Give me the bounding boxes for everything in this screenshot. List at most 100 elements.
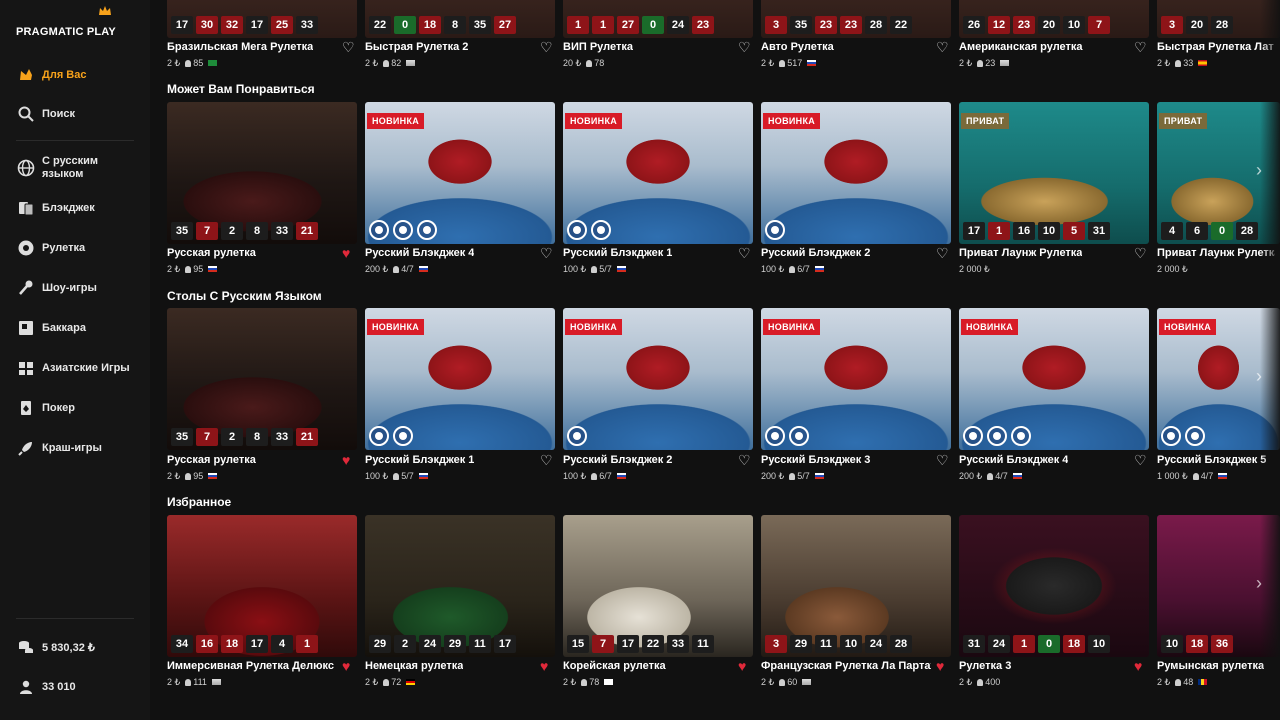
heart-filled-icon[interactable]: ♥	[342, 245, 350, 261]
game-thumbnail[interactable]: 1 1 27 0 24 23	[563, 0, 753, 38]
heart-filled-icon[interactable]: ♥	[342, 452, 350, 468]
heart-outline-icon[interactable]: ♡	[738, 245, 751, 262]
sidebar-item-6[interactable]: Баккара	[0, 310, 150, 346]
sidebar-item-2[interactable]: С русским языком	[0, 150, 150, 186]
game-thumbnail[interactable]: 10 18 36 ›	[1157, 515, 1280, 657]
sidebar-item-8[interactable]: Покер	[0, 390, 150, 426]
game-thumbnail[interactable]: 22 0 18 8 35 27	[365, 0, 555, 38]
result-number: 23	[1013, 16, 1035, 34]
game-name[interactable]: Русский Блэкджек 2	[563, 454, 672, 466]
heart-outline-icon[interactable]: ♡	[540, 39, 553, 56]
game-thumbnail[interactable]: НОВИНКА	[761, 308, 951, 450]
baccarat-icon	[16, 318, 36, 338]
game-name[interactable]: Румынская рулетка	[1157, 660, 1264, 672]
game-thumbnail[interactable]: ПРИВАТ 4 6 0 28 ›	[1157, 102, 1280, 244]
result-number: 7	[1088, 16, 1110, 34]
game-thumbnail[interactable]: 3 35 23 23 28 22	[761, 0, 951, 38]
game-thumbnail[interactable]: 31 24 1 0 18 10	[959, 515, 1149, 657]
game-name[interactable]: Иммерсивная Рулетка Делюкс	[167, 660, 334, 672]
heart-filled-icon[interactable]: ♥	[1134, 658, 1142, 674]
game-name[interactable]: Приват Лаунж Рулетка	[1157, 247, 1275, 259]
game-name[interactable]: Корейская рулетка	[563, 660, 666, 672]
heart-outline-icon[interactable]: ♡	[1134, 245, 1147, 262]
sidebar-item-7[interactable]: Азиатские Игры	[0, 350, 150, 386]
sidebar-item-3[interactable]: Блэкджек	[0, 190, 150, 226]
result-number: 11	[692, 635, 714, 653]
game-name[interactable]: Быстрая Рулетка Лат	[1157, 41, 1274, 53]
sidebar-item-4[interactable]: Рулетка	[0, 230, 150, 266]
game-name[interactable]: Приват Лаунж Рулетка	[959, 247, 1082, 259]
heart-outline-icon[interactable]: ♡	[342, 39, 355, 56]
pragmatic-play-logo[interactable]: PRAGMATIC PLAY	[16, 6, 136, 50]
heart-outline-icon[interactable]: ♡	[738, 452, 751, 469]
heart-filled-icon[interactable]: ♥	[540, 658, 548, 674]
game-thumbnail[interactable]: 35 7 2 8 33 21	[167, 102, 357, 244]
game-name[interactable]: Русский Блэкджек 1	[365, 454, 474, 466]
game-name[interactable]: Русская рулетка	[167, 247, 256, 259]
game-thumbnail[interactable]: 35 7 2 8 33 21	[167, 308, 357, 450]
heart-outline-icon[interactable]: ♡	[1134, 452, 1147, 469]
game-name[interactable]: Русский Блэкджек 4	[365, 247, 474, 259]
heart-filled-icon[interactable]: ♥	[738, 658, 746, 674]
game-name[interactable]: Рулетка 3	[959, 660, 1011, 672]
game-name[interactable]: Русский Блэкджек 1	[563, 247, 672, 259]
game-thumbnail[interactable]: НОВИНКА	[959, 308, 1149, 450]
heart-outline-icon[interactable]: ♡	[936, 452, 949, 469]
section-title: Избранное	[167, 495, 232, 509]
game-thumbnail[interactable]: 26 12 23 20 10 7	[959, 0, 1149, 38]
game-thumbnail[interactable]: НОВИНКА	[761, 102, 951, 244]
available-seats	[1161, 426, 1205, 446]
game-name[interactable]: Русская рулетка	[167, 454, 256, 466]
game-name[interactable]: Русский Блэкджек 5	[1157, 454, 1266, 466]
next-arrow-icon[interactable]: ›	[1256, 573, 1262, 594]
result-number: 29	[369, 635, 391, 653]
game-thumbnail[interactable]: 17 30 32 17 25 33	[167, 0, 357, 38]
game-name[interactable]: Быстрая Рулетка 2	[365, 41, 468, 53]
game-thumbnail[interactable]: 3 20 28	[1157, 0, 1280, 38]
heart-outline-icon[interactable]: ♡	[738, 39, 751, 56]
next-arrow-icon[interactable]: ›	[1256, 366, 1262, 387]
result-number: 28	[1211, 16, 1233, 34]
next-arrow-icon[interactable]: ›	[1256, 160, 1262, 181]
heart-outline-icon[interactable]: ♡	[540, 452, 553, 469]
game-thumbnail[interactable]: НОВИНКА	[563, 102, 753, 244]
game-badge: НОВИНКА	[1159, 319, 1217, 335]
heart-outline-icon[interactable]: ♡	[936, 39, 949, 56]
game-thumbnail[interactable]: 29 2 24 29 11 17	[365, 515, 555, 657]
game-name[interactable]: Американская рулетка	[959, 41, 1083, 53]
game-thumbnail[interactable]: 34 16 18 17 4 1	[167, 515, 357, 657]
game-name[interactable]: Бразильская Мега Рулетка	[167, 41, 313, 53]
game-thumbnail[interactable]: НОВИНКА ›	[1157, 308, 1280, 450]
heart-outline-icon[interactable]: ♡	[936, 245, 949, 262]
game-meta: 2 ₺ 82	[365, 58, 416, 69]
sidebar-item-1[interactable]: Поиск	[0, 96, 150, 132]
player-count: 5/7	[797, 471, 810, 481]
balance-display[interactable]: 5 830,32 ₺	[16, 637, 95, 657]
heart-outline-icon[interactable]: ♡	[540, 245, 553, 262]
sidebar-item-label: Баккара	[42, 321, 86, 334]
game-thumbnail[interactable]: 15 7 17 22 33 11	[563, 515, 753, 657]
game-name[interactable]: Русский Блэкджек 2	[761, 247, 870, 259]
game-name[interactable]: Немецкая рулетка	[365, 660, 463, 672]
game-thumbnail[interactable]: ПРИВАТ 17 1 16 10 5 31	[959, 102, 1149, 244]
game-name[interactable]: Русский Блэкджек 3	[761, 454, 870, 466]
game-thumbnail[interactable]: НОВИНКА	[563, 308, 753, 450]
game-thumbnail[interactable]: НОВИНКА	[365, 102, 555, 244]
blackjack-icon	[16, 198, 36, 218]
player-count: 33	[1183, 58, 1194, 68]
heart-outline-icon[interactable]: ♡	[1134, 39, 1147, 56]
game-thumbnail[interactable]: НОВИНКА	[365, 308, 555, 450]
game-name[interactable]: Авто Рулетка	[761, 41, 834, 53]
heart-filled-icon[interactable]: ♥	[936, 658, 944, 674]
game-name[interactable]: ВИП Рулетка	[563, 41, 633, 53]
game-name[interactable]: Французская Рулетка Ла Партаж	[761, 660, 931, 672]
game-thumbnail[interactable]: 3 29 11 10 24 28	[761, 515, 951, 657]
result-number: 3	[765, 635, 787, 653]
recent-results: 4 6 0 28	[1161, 222, 1258, 240]
game-name[interactable]: Русский Блэкджек 4	[959, 454, 1068, 466]
sidebar-item-5[interactable]: Шоу-игры	[0, 270, 150, 306]
sidebar-item-9[interactable]: Краш-игры	[0, 430, 150, 466]
heart-filled-icon[interactable]: ♥	[342, 658, 350, 674]
sidebar-item-0[interactable]: Для Вас	[0, 57, 150, 93]
result-number: 25	[271, 16, 293, 34]
